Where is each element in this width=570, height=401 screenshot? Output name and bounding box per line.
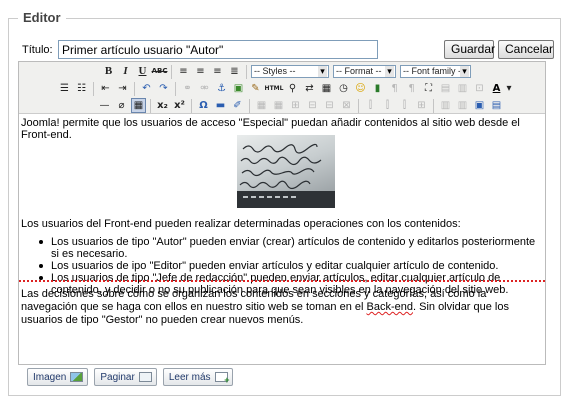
editor-toolbar: B I U ABC ≡ ≡ ≡ ≣ -- Styles -- -- Format… xyxy=(19,62,545,114)
toolbar-separator xyxy=(433,98,434,113)
readmore-label: Leer más xyxy=(168,371,211,383)
direction-ltr-icon[interactable]: ¶ xyxy=(387,81,402,96)
underline-button[interactable]: U xyxy=(135,64,150,79)
bullet-list-icon[interactable]: ☰ xyxy=(57,81,72,96)
text-color-dropdown-icon[interactable]: ▾ xyxy=(506,81,512,96)
insert-time-icon[interactable]: ◷ xyxy=(336,81,351,96)
insert-table-icon[interactable]: ▦ xyxy=(254,98,269,113)
row-props-icon[interactable]: ⊞ xyxy=(288,98,303,113)
media-icon[interactable]: ▮ xyxy=(370,81,385,96)
styles-select[interactable]: -- Styles -- xyxy=(251,65,329,78)
anchor-icon[interactable]: ⚓ xyxy=(214,81,229,96)
pagebreak-button[interactable]: Paginar xyxy=(94,368,157,386)
toolbar-separator xyxy=(93,81,94,96)
text-color-icon[interactable]: A xyxy=(489,81,504,96)
paragraph-decisions: Las decisiones sobre cómo se organizan l… xyxy=(21,288,541,327)
toolbar-separator xyxy=(150,98,151,113)
remove-format-icon[interactable]: ⌀ xyxy=(114,98,129,113)
insert-hr-icon[interactable]: ▬ xyxy=(213,98,228,113)
toolbar-separator xyxy=(171,64,172,79)
merge-cells-icon[interactable]: ⊞ xyxy=(414,98,429,113)
paste-text-icon[interactable]: ▤ xyxy=(438,81,453,96)
unlink-icon[interactable]: ⚮ xyxy=(197,81,212,96)
toolbar-row-2: ☰ ☷ ⇤ ⇥ ↶ ↷ ⚭ ⚮ ⚓ ▣ ✎ HTML ⚲ ⇄ ▦ ◷ ☺ ▮ ¶… xyxy=(57,80,514,97)
align-right-icon[interactable]: ≡ xyxy=(210,64,225,79)
misspelled-word[interactable]: Back-end xyxy=(367,301,413,313)
paragraph-operations: Los usuarios del Front-end pueden realiz… xyxy=(21,218,461,230)
align-left-icon[interactable]: ≡ xyxy=(176,64,191,79)
insert-date-icon[interactable]: ▦ xyxy=(319,81,334,96)
read-more-separator xyxy=(19,280,545,282)
editor-extra-buttons: Imagen Paginar Leer más xyxy=(27,368,239,386)
indent-icon[interactable]: ⇥ xyxy=(115,81,130,96)
pagebreak-label: Paginar xyxy=(100,371,135,383)
align-justify-icon[interactable]: ≣ xyxy=(227,64,242,79)
html-source-button[interactable]: HTML xyxy=(265,81,284,96)
cleanup-icon[interactable]: ✎ xyxy=(248,81,263,96)
table-props-icon[interactable]: ▦ xyxy=(271,98,286,113)
emoticon-icon[interactable]: ☺ xyxy=(353,81,368,96)
insert-col-after-icon[interactable]: ⫿ xyxy=(380,98,395,113)
redo-icon[interactable]: ↷ xyxy=(156,81,171,96)
undo-icon[interactable]: ↶ xyxy=(139,81,154,96)
numbered-list-icon[interactable]: ☷ xyxy=(74,81,89,96)
insert-col-before-icon[interactable]: ⫿ xyxy=(363,98,378,113)
delete-col-icon[interactable]: ⫿ xyxy=(397,98,412,113)
special-char-button[interactable]: Ω xyxy=(196,98,211,113)
replace-icon[interactable]: ⇄ xyxy=(302,81,317,96)
cancel-button[interactable]: Cancelar xyxy=(498,40,554,59)
insert-image-button[interactable]: Imagen xyxy=(27,368,89,386)
visual-aid-icon[interactable]: ▦ xyxy=(131,98,146,113)
toolbar-row-3: — ⌀ ▦ x₂ x² Ω ▬ ✐ ▦ ▦ ⊞ ⊟ ⊟ ⊠ ⫿ ⫿ ⫿ ⊞ ▥ … xyxy=(97,97,506,114)
font-family-select[interactable]: -- Font family -- xyxy=(400,65,471,78)
insert-image-label: Imagen xyxy=(33,371,67,383)
save-button[interactable]: Guardar xyxy=(444,40,495,59)
split-cells-icon[interactable]: ▥ xyxy=(438,98,453,113)
toolbar-separator xyxy=(246,64,247,79)
title-input[interactable] xyxy=(58,40,378,59)
toolbar-row-1: B I U ABC ≡ ≡ ≡ ≣ -- Styles -- -- Format… xyxy=(101,63,475,80)
cell-props-icon[interactable]: ▥ xyxy=(455,98,470,113)
subscript-button[interactable]: x₂ xyxy=(155,98,170,113)
insert-image-icon[interactable]: ▣ xyxy=(231,81,246,96)
pagebreak-icon xyxy=(138,372,152,382)
paste-word-icon[interactable]: ▥ xyxy=(455,81,470,96)
insert-row-before-icon[interactable]: ⊟ xyxy=(305,98,320,113)
outdent-icon[interactable]: ⇤ xyxy=(98,81,113,96)
strikethrough-button[interactable]: ABC xyxy=(152,64,168,79)
toolbar-separator xyxy=(191,98,192,113)
list-item: Los usuarios de tipo "Autor" pueden envi… xyxy=(37,236,545,260)
align-center-icon[interactable]: ≡ xyxy=(193,64,208,79)
editor-content-area[interactable]: Joomla! permite que los usuarios de acce… xyxy=(19,115,545,364)
content-image-handwriting[interactable] xyxy=(237,135,335,208)
toolbar-separator xyxy=(175,81,176,96)
superscript-button[interactable]: x² xyxy=(172,98,187,113)
horizontal-rule-icon[interactable]: — xyxy=(97,98,112,113)
title-row: Título: Guardar Cancelar xyxy=(20,40,554,60)
toolbar-separator xyxy=(249,98,250,113)
user-types-list: Los usuarios de tipo "Autor" pueden envi… xyxy=(37,236,545,296)
edit-css-icon[interactable]: ✐ xyxy=(230,98,245,113)
readmore-button[interactable]: Leer más xyxy=(162,368,233,386)
delete-row-icon[interactable]: ⊠ xyxy=(339,98,354,113)
insert-row-after-icon[interactable]: ⊟ xyxy=(322,98,337,113)
toolbar-separator xyxy=(358,98,359,113)
style-props-icon[interactable]: ▤ xyxy=(489,98,504,113)
find-icon[interactable]: ⚲ xyxy=(285,81,300,96)
bold-button[interactable]: B xyxy=(101,64,116,79)
layer-icon[interactable]: ▣ xyxy=(472,98,487,113)
italic-button[interactable]: I xyxy=(118,64,133,79)
title-label: Título: xyxy=(22,44,53,56)
select-all-icon[interactable]: ⊡ xyxy=(472,81,487,96)
rich-text-editor: B I U ABC ≡ ≡ ≡ ≣ -- Styles -- -- Format… xyxy=(18,61,546,365)
readmore-icon xyxy=(214,372,230,385)
list-item: Los usuarios de ipo "Editor" pueden envi… xyxy=(37,260,545,272)
link-icon[interactable]: ⚭ xyxy=(180,81,195,96)
format-select[interactable]: -- Format -- xyxy=(333,65,396,78)
direction-rtl-icon[interactable]: ¶ xyxy=(404,81,419,96)
image-icon xyxy=(70,372,84,382)
toolbar-separator xyxy=(134,81,135,96)
fullscreen-icon[interactable]: ⛶ xyxy=(421,81,436,96)
